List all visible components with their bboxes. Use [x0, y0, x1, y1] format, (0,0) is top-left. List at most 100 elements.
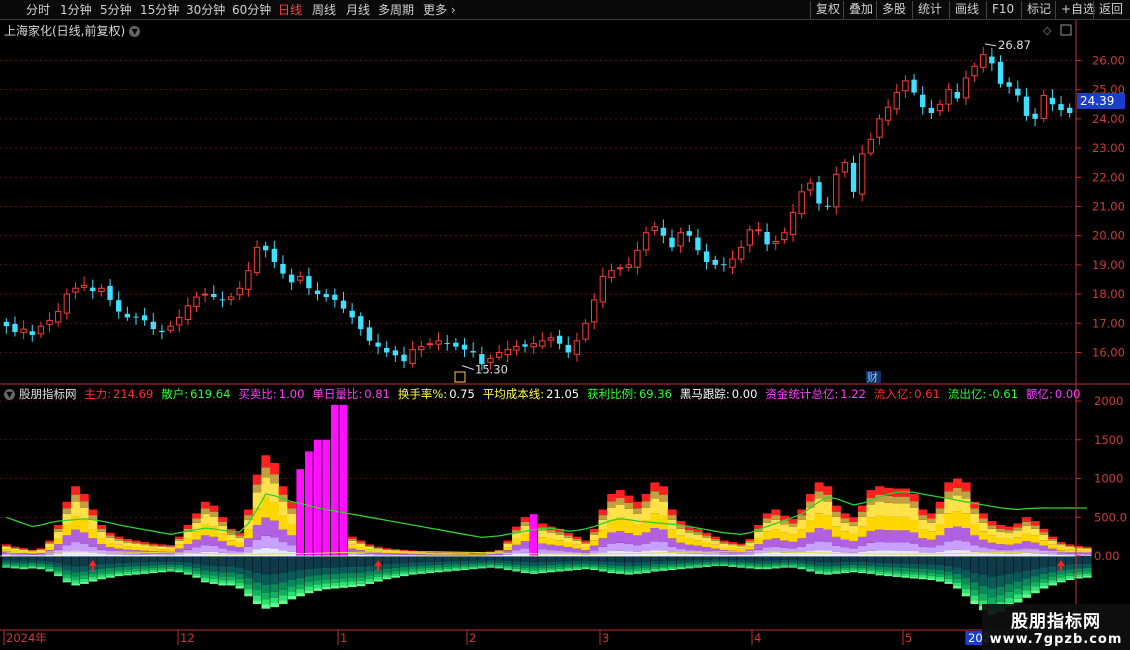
candle-body-up	[227, 296, 235, 300]
main-force-bar	[442, 552, 452, 554]
outflow-bar	[503, 567, 513, 569]
main-force-bar	[520, 521, 530, 526]
outflow-bar	[391, 575, 400, 578]
candle-body-up	[80, 284, 88, 288]
indicator-name[interactable]: 股朋指标网	[19, 387, 77, 401]
main-force-bar	[901, 496, 911, 504]
outflow-bar	[581, 563, 591, 566]
candle-body-up	[971, 65, 978, 77]
outflow-bar	[788, 565, 798, 567]
outflow-bar	[710, 559, 720, 562]
outflow-bar	[667, 567, 677, 569]
outflow-bar	[313, 556, 323, 569]
outflow-bar	[780, 564, 790, 566]
outflow-bar	[287, 579, 297, 587]
outflow-bar	[183, 573, 193, 575]
candle-body-down	[349, 310, 355, 318]
buy-sell-ratio-bar	[305, 451, 313, 556]
outflow-bar	[754, 565, 764, 567]
outflow-bar	[736, 562, 746, 565]
outflow-bar	[27, 566, 37, 568]
outflow-bar	[581, 568, 591, 570]
main-force-bar	[131, 542, 141, 544]
outflow-bar	[10, 556, 20, 561]
main-force-bar	[909, 507, 919, 521]
outflow-bar	[728, 564, 738, 566]
main-force-bar	[659, 529, 668, 543]
outflow-bar	[278, 572, 288, 583]
outflow-bar	[330, 567, 340, 574]
outflow-bar	[961, 593, 971, 597]
main-force-bar	[555, 540, 565, 546]
indicator-item-label: 黑马跟踪:	[679, 387, 730, 401]
indicator-item-label: 散户:	[161, 387, 189, 401]
outflow-bar	[416, 568, 426, 571]
outflow-bar	[270, 597, 279, 604]
outflow-bar	[200, 574, 210, 578]
main-force-bar	[512, 526, 522, 531]
main-force-bar	[624, 533, 634, 544]
main-force-bar	[1022, 541, 1032, 549]
outflow-bar	[416, 570, 426, 573]
outflow-bar	[676, 556, 686, 561]
main-force-bar	[806, 494, 815, 502]
main-force-bar	[373, 552, 383, 555]
outflow-bar	[408, 569, 418, 572]
outflow-bar	[79, 556, 89, 566]
candle-body-up	[833, 173, 840, 208]
indicator-bars	[1, 404, 1092, 615]
main-force-bar	[71, 501, 81, 516]
date-tick-label: 2	[469, 631, 476, 645]
main-force-bar	[270, 483, 279, 503]
main-force-bar	[45, 543, 55, 548]
main-force-bar	[123, 538, 132, 541]
price-tick-label: 17.00	[1092, 316, 1125, 330]
main-force-bar	[79, 543, 89, 552]
outflow-bar	[200, 577, 210, 581]
main-force-bar	[365, 549, 375, 552]
main-force-bar	[79, 532, 89, 544]
outflow-bar	[693, 565, 703, 567]
main-force-bar	[1013, 530, 1023, 538]
main-force-bar	[131, 543, 141, 548]
outflow-bar	[529, 568, 539, 571]
outflow-bar	[503, 565, 513, 568]
price-tick-label: 23.00	[1092, 141, 1125, 155]
outflow-bar	[62, 565, 72, 571]
outflow-bar	[1082, 573, 1092, 576]
indicator-menu-icon[interactable]: ▼	[4, 389, 15, 400]
price-tick-label: 21.00	[1092, 199, 1125, 213]
outflow-bar	[978, 593, 988, 601]
main-force-bar	[192, 531, 202, 540]
main-force-bar	[659, 486, 668, 495]
outflow-bar	[710, 561, 720, 564]
outflow-bar	[131, 562, 141, 567]
main-force-bar	[849, 525, 859, 534]
candle-body-down	[712, 259, 718, 265]
candle-body-up	[798, 191, 805, 215]
outflow-bar	[1082, 567, 1092, 572]
outflow-bar	[589, 568, 599, 570]
main-force-bar	[667, 509, 677, 516]
candle-body-up	[876, 118, 883, 138]
main-force-bar	[97, 544, 107, 550]
outflow-bar	[313, 575, 323, 581]
main-force-bar	[572, 548, 582, 553]
outflow-bar	[494, 560, 504, 563]
main-force-bar	[477, 554, 487, 555]
candle-body-up	[530, 343, 537, 348]
outflow-bar	[633, 556, 643, 563]
candle-body-up	[37, 325, 45, 335]
outflow-bar	[192, 573, 202, 576]
main-force-bar	[883, 516, 893, 531]
outflow-bar	[883, 556, 893, 564]
main-force-bar	[520, 517, 530, 522]
main-force-bar	[754, 544, 764, 550]
outflow-bar	[684, 562, 694, 565]
main-force-bar	[875, 542, 885, 551]
main-force-bar	[952, 540, 962, 550]
outflow-bar	[88, 579, 98, 582]
outflow-bar	[10, 566, 20, 568]
outflow-bar	[615, 572, 625, 574]
main-force-bar	[71, 529, 81, 543]
